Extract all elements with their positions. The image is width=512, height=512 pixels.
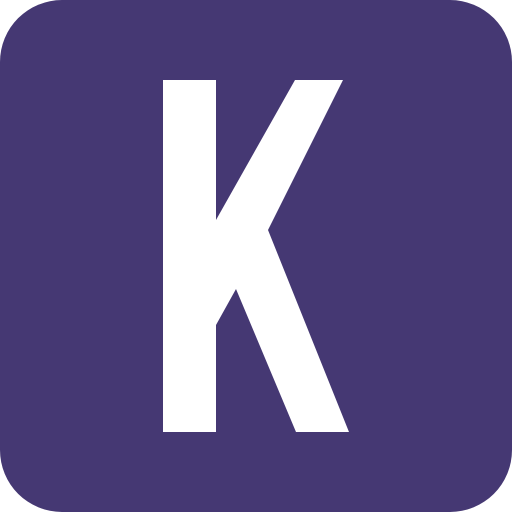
app-icon: K xyxy=(0,0,512,512)
k-logo-icon: K xyxy=(0,0,512,512)
